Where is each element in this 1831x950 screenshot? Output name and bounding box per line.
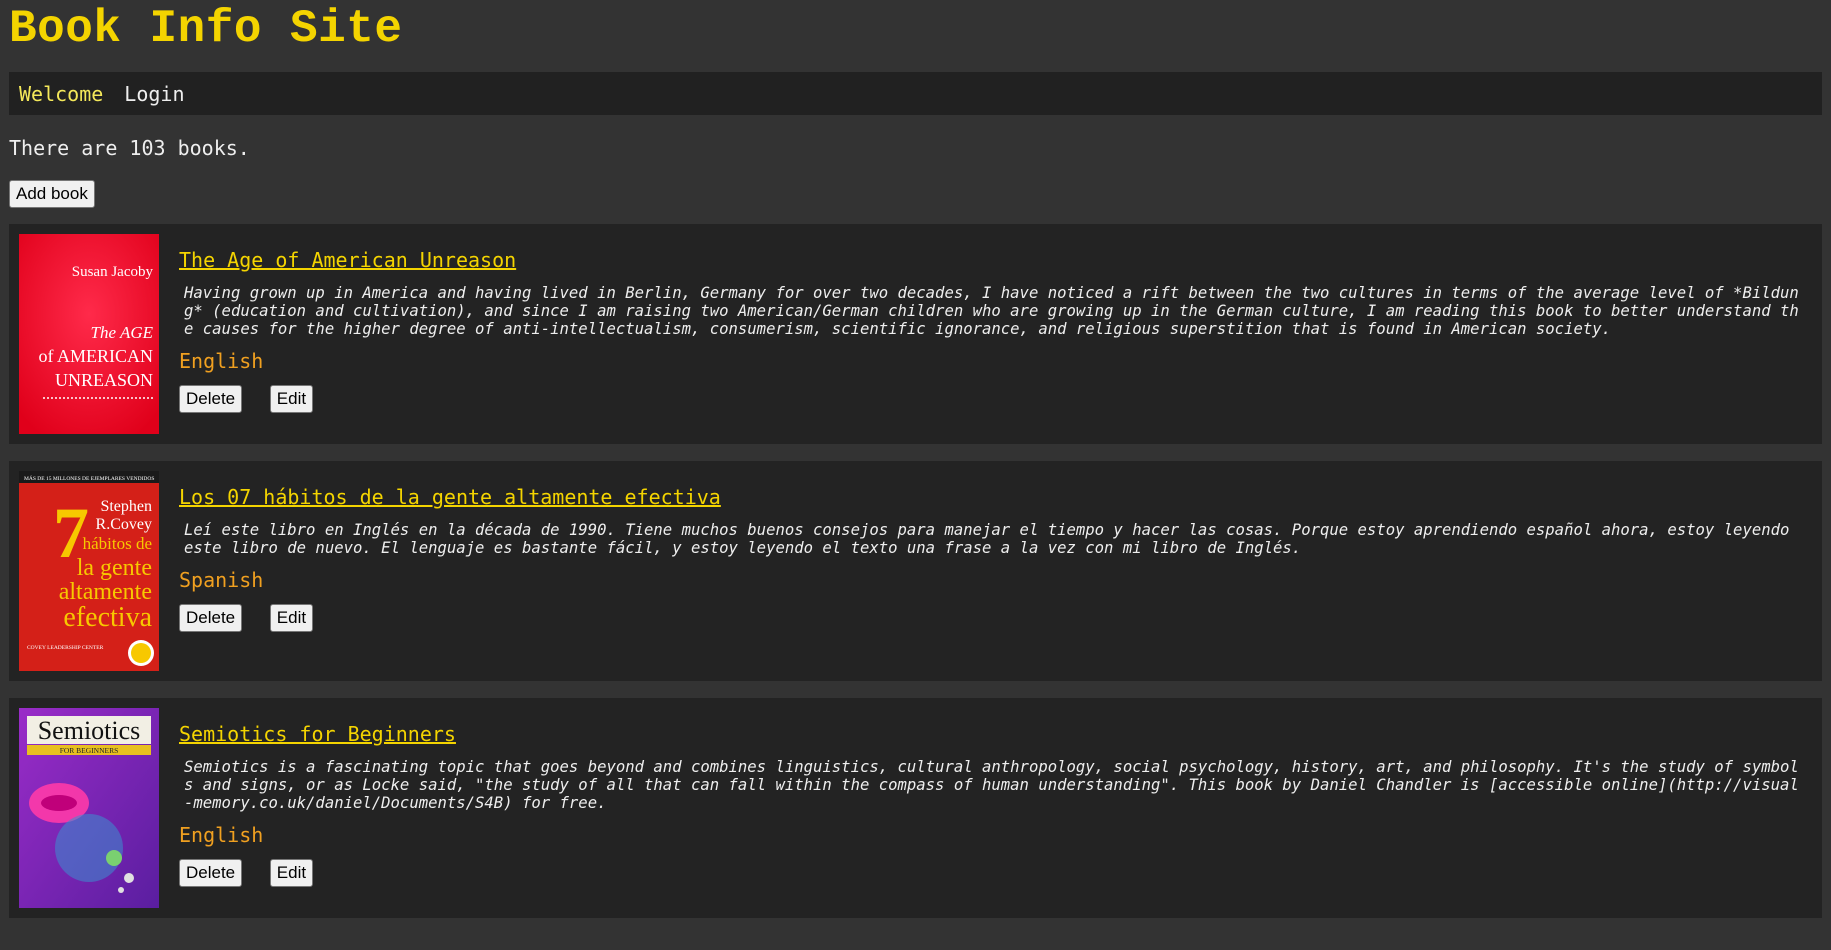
book-cover-image[interactable]: MÁS DE 15 MILLONES DE EJEMPLARES VENDIDO…: [19, 471, 159, 671]
book-card: Susan Jacoby The AGE of AMERICAN UNREASO…: [9, 224, 1822, 444]
cover-line3: UNREASON: [55, 370, 153, 390]
cover-line4: efectiva: [63, 602, 152, 633]
cover-line1: hábitos de: [83, 534, 152, 553]
book-description: Having grown up in America and having li…: [184, 284, 1799, 338]
book-language: English: [179, 823, 264, 847]
book-details: Semiotics for Beginners Semiotics is a f…: [179, 708, 1812, 908]
book-actions: Delete Edit: [179, 385, 1812, 413]
delete-button[interactable]: Delete: [179, 604, 243, 632]
cover-author2: R.Covey: [96, 516, 152, 533]
cover-bottom: COVEY LEADERSHIP CENTER: [27, 645, 104, 651]
book-actions: Delete Edit: [179, 604, 1812, 632]
cover-semiotics: Semiotics FOR BEGINNERS: [19, 708, 159, 908]
book-title-link[interactable]: Los 07 hábitos de la gente altamente efe…: [179, 485, 721, 509]
delete-button[interactable]: Delete: [179, 385, 243, 413]
cover-line2: of AMERICAN: [38, 346, 153, 366]
edit-button[interactable]: Edit: [269, 859, 314, 887]
cover-line2: la gente: [77, 555, 152, 581]
book-cover-image[interactable]: Semiotics FOR BEGINNERS: [19, 708, 159, 908]
book-count-text: There are 103 books.: [9, 136, 250, 160]
book-cover-image[interactable]: Susan Jacoby The AGE of AMERICAN UNREASO…: [19, 234, 159, 434]
book-language: English: [179, 349, 264, 373]
cover-author1: Stephen: [100, 498, 152, 515]
book-details: The Age of American Unreason Having grow…: [179, 234, 1812, 434]
cover-age-of-american-unreason: Susan Jacoby The AGE of AMERICAN UNREASO…: [19, 234, 159, 434]
book-language: Spanish: [179, 568, 264, 592]
cover-title: Semiotics: [38, 716, 141, 745]
book-card: MÁS DE 15 MILLONES DE EJEMPLARES VENDIDO…: [9, 461, 1822, 681]
book-details: Los 07 hábitos de la gente altamente efe…: [179, 471, 1812, 671]
top-nav: Welcome Login: [9, 72, 1822, 115]
book-actions: Delete Edit: [179, 859, 1812, 887]
cover-author: Susan Jacoby: [72, 264, 154, 280]
nav-welcome-link[interactable]: Welcome: [19, 82, 103, 106]
book-card: Semiotics FOR BEGINNERS Semiotics for Be…: [9, 698, 1822, 918]
edit-button[interactable]: Edit: [269, 604, 314, 632]
book-description: Semiotics is a fascinating topic that go…: [184, 758, 1799, 812]
edit-button[interactable]: Edit: [269, 385, 314, 413]
cover-line1: The AGE: [91, 323, 154, 342]
book-title-link[interactable]: The Age of American Unreason: [179, 248, 516, 272]
book-title-link[interactable]: Semiotics for Beginners: [179, 722, 456, 746]
page: Book Info Site Welcome Login There are 1…: [0, 0, 1831, 918]
cover-subtitle: FOR BEGINNERS: [60, 746, 119, 755]
nav-login-link[interactable]: Login: [124, 82, 184, 106]
book-description: Leí este libro en Inglés en la década de…: [184, 521, 1790, 557]
cover-7-habitos: MÁS DE 15 MILLONES DE EJEMPLARES VENDIDO…: [19, 471, 159, 671]
site-title: Book Info Site: [9, 3, 403, 55]
add-book-button[interactable]: Add book: [9, 180, 95, 208]
delete-button[interactable]: Delete: [179, 859, 243, 887]
cover-top: MÁS DE 15 MILLONES DE EJEMPLARES VENDIDO…: [24, 474, 154, 482]
